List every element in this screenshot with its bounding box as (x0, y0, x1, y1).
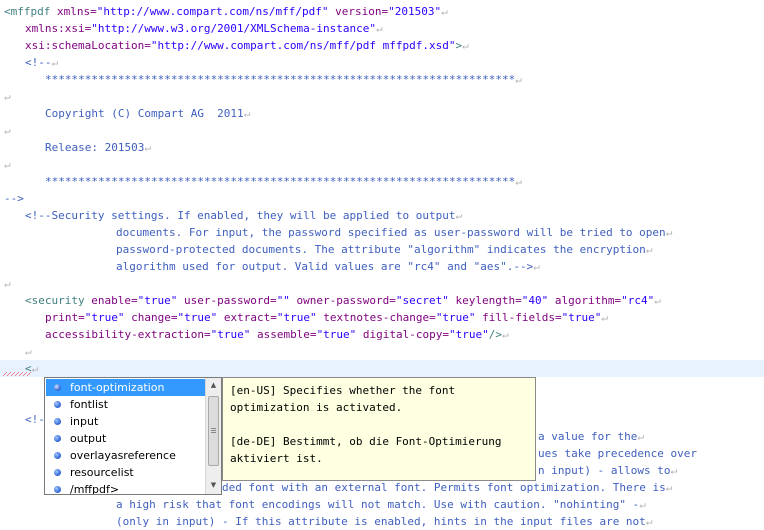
code-line-30: (only in input) - If this attribute is e… (116, 515, 653, 528)
element-icon (54, 401, 61, 408)
code-line-19: print="true" change="true" extract="true… (45, 311, 609, 324)
tooltip-en-line2: optimization is activated. (230, 401, 403, 414)
code-line-2: xmlns:xsi="http://www.w3.org/2001/XMLSch… (25, 22, 383, 35)
autocomplete-item[interactable]: font-optimization (46, 379, 206, 396)
autocomplete-item[interactable]: input (46, 413, 206, 430)
tooltip-de-line1: [de-DE] Bestimmt, ob die Font-Optimierun… (230, 435, 502, 448)
code-line-4: <!--↵ (25, 56, 59, 69)
documentation-tooltip: [en-US] Specifies whether the font optim… (222, 377, 536, 481)
code-line-10: ↵ (4, 158, 11, 171)
error-squiggle (3, 372, 31, 376)
element-icon (54, 435, 61, 442)
code-line-26: ues take precedence over (538, 447, 697, 460)
code-line-13: <!--Security settings. If enabled, they … (25, 209, 463, 222)
code-line-20: accessibility-extraction="true" assemble… (45, 328, 509, 341)
code-line-16: algorithm used for output. Valid values … (116, 260, 540, 273)
code-line-1: <mffpdf xmlns="http://www.compart.com/ns… (4, 5, 448, 18)
code-line-3: xsi:schemaLocation="http://www.compart.c… (25, 39, 469, 52)
code-line-18: <security enable="true" user-password=""… (25, 294, 661, 307)
code-line-8: ↵ (4, 124, 11, 137)
code-line-6: ↵ (4, 90, 11, 103)
scrollbar-thumb[interactable] (208, 396, 219, 466)
autocomplete-item[interactable]: overlayasreference (46, 447, 206, 464)
scroll-down-icon[interactable]: ▼ (206, 478, 221, 493)
autocomplete-scrollbar[interactable]: ▲ ▼ (205, 378, 221, 494)
code-line-28: ded font with an external font. Permits … (222, 481, 673, 494)
code-line-17: ↵ (4, 277, 11, 290)
code-line-15: password-protected documents. The attrib… (116, 243, 653, 256)
element-icon (54, 469, 61, 476)
element-icon (54, 486, 61, 493)
autocomplete-item[interactable]: fontlist (46, 396, 206, 413)
autocomplete-popup[interactable]: font-optimization fontlist input output … (44, 377, 222, 495)
autocomplete-item[interactable]: output (46, 430, 206, 447)
element-icon (54, 418, 61, 425)
code-line-current[interactable]: <↵ (0, 360, 764, 377)
code-line-12: --> (4, 192, 24, 205)
code-line-29: a high risk that font encodings will not… (116, 498, 646, 511)
autocomplete-list[interactable]: font-optimization fontlist input output … (46, 379, 206, 494)
tooltip-de-line2: aktiviert ist. (230, 452, 323, 465)
autocomplete-item[interactable]: /mffpdf> (46, 481, 206, 494)
code-line-7: Copyright (C) Compart AG 2011↵ (45, 107, 251, 120)
code-line-14: documents. For input, the password speci… (116, 226, 673, 239)
element-icon (54, 452, 61, 459)
code-line-27: n input) - allows to↵ (538, 464, 678, 477)
scroll-up-icon[interactable]: ▲ (206, 378, 221, 393)
element-icon (54, 384, 61, 391)
code-line-25: a value for the↵ (538, 430, 644, 443)
code-line-5: ****************************************… (45, 73, 522, 86)
autocomplete-item[interactable]: resourcelist (46, 464, 206, 481)
code-line-21: ↵ (25, 345, 32, 358)
tooltip-en-line1: [en-US] Specifies whether the font (230, 384, 456, 397)
code-line-9: Release: 201503↵ (45, 141, 151, 154)
code-line-11: ****************************************… (45, 175, 522, 188)
